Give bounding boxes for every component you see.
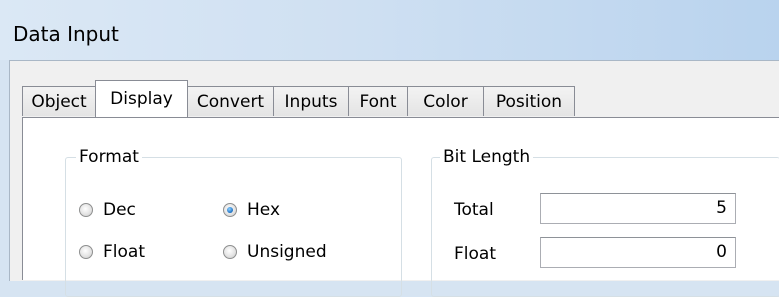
- radio-hex[interactable]: Hex: [223, 200, 280, 220]
- radio-dec-label: Dec: [103, 200, 136, 220]
- title-bar: Data Input: [0, 0, 779, 60]
- radio-float-indicator: [79, 245, 93, 259]
- float-field[interactable]: 0: [540, 237, 736, 268]
- tab-inputs[interactable]: Inputs: [273, 86, 349, 116]
- radio-hex-label: Hex: [247, 200, 281, 220]
- tab-position[interactable]: Position: [483, 86, 575, 116]
- display-tab-panel: Format Dec Hex Float Unsigned Bit Length…: [22, 117, 779, 297]
- radio-dec[interactable]: Dec: [79, 200, 136, 220]
- format-legend: Format: [76, 145, 142, 169]
- radio-float-label: Float: [103, 242, 145, 262]
- radio-float[interactable]: Float: [79, 242, 145, 262]
- tab-object[interactable]: Object: [22, 86, 96, 116]
- tab-color[interactable]: Color: [407, 86, 484, 116]
- format-group: Format Dec Hex Float Unsigned: [65, 145, 402, 297]
- tab-display[interactable]: Display: [95, 80, 188, 117]
- radio-hex-indicator: [223, 203, 237, 217]
- total-label: Total: [454, 200, 494, 220]
- window-title: Data Input: [13, 22, 119, 46]
- total-field[interactable]: 5: [540, 193, 736, 224]
- float-label: Float: [454, 244, 496, 264]
- radio-unsigned-label: Unsigned: [247, 242, 327, 262]
- radio-dec-indicator: [79, 203, 93, 217]
- radio-unsigned[interactable]: Unsigned: [223, 242, 327, 262]
- tab-font[interactable]: Font: [348, 86, 408, 116]
- tab-convert[interactable]: Convert: [187, 86, 274, 116]
- radio-unsigned-indicator: [223, 245, 237, 259]
- bit-length-legend: Bit Length: [440, 145, 534, 169]
- bit-length-group: Bit Length Total 5 Float 0: [431, 145, 779, 297]
